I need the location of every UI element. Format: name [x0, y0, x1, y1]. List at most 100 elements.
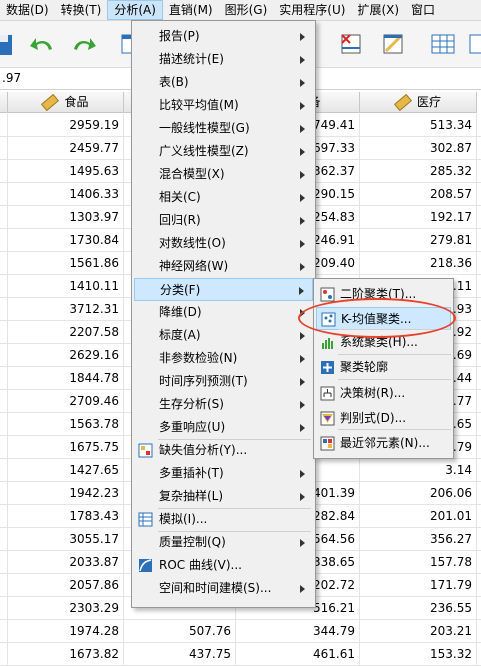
menu-item[interactable]: 标度(A) [134, 324, 313, 347]
table-cell[interactable] [0, 459, 8, 482]
table-cell[interactable]: 1942.23 [8, 482, 124, 505]
table-cell[interactable]: 1427.65 [8, 459, 124, 482]
menu-item[interactable]: ROC 曲线(V)... [134, 554, 313, 577]
menu-data[interactable]: 数据(D) [0, 0, 55, 20]
menu-item[interactable]: 表(B) [134, 71, 313, 94]
submenu-item[interactable]: 决策树(R)... [316, 382, 451, 405]
table-cell[interactable]: 344.79 [236, 620, 360, 643]
submenu-item[interactable]: 判别式(D)... [316, 407, 451, 430]
table-cell[interactable] [0, 298, 8, 321]
menu-item[interactable]: 模拟(I)... [134, 508, 313, 531]
table-cell[interactable]: 3712.31 [8, 298, 124, 321]
menu-item[interactable]: 混合模型(X) [134, 163, 313, 186]
table-cell[interactable] [0, 620, 8, 643]
use-variable-sets-icon[interactable] [466, 29, 481, 59]
table-cell[interactable] [0, 528, 8, 551]
menu-item[interactable]: 比较平均值(M) [134, 94, 313, 117]
table-cell[interactable]: 2709.46 [8, 390, 124, 413]
menu-item[interactable]: 回归(R) [134, 209, 313, 232]
table-cell[interactable]: 279.81 [360, 229, 477, 252]
value-labels-icon[interactable] [428, 29, 458, 59]
menu-item[interactable]: 神经网络(W) [134, 255, 313, 278]
menu-item[interactable]: 空间和时间建模(S)... [134, 577, 313, 600]
table-cell[interactable] [0, 321, 8, 344]
column-header-food[interactable]: 食品 [8, 92, 124, 113]
split-file-icon[interactable] [336, 29, 366, 59]
table-cell[interactable]: 3.14 [360, 459, 477, 482]
menu-item[interactable]: 广义线性模型(Z) [134, 140, 313, 163]
table-cell[interactable]: 285.32 [360, 160, 477, 183]
menu-item[interactable]: 描述统计(E) [134, 48, 313, 71]
table-cell[interactable]: 157.78 [360, 551, 477, 574]
submenu-item[interactable]: 聚类轮廓 [316, 356, 451, 379]
table-cell[interactable] [0, 367, 8, 390]
table-cell[interactable] [0, 551, 8, 574]
table-cell[interactable] [0, 137, 8, 160]
submenu-item[interactable]: 系统聚类(H)... [316, 331, 451, 354]
table-cell[interactable]: 2629.16 [8, 344, 124, 367]
table-cell[interactable] [0, 597, 8, 620]
table-cell[interactable]: 1303.97 [8, 206, 124, 229]
table-cell[interactable]: 171.79 [360, 574, 477, 597]
table-cell[interactable]: 1561.86 [8, 252, 124, 275]
table-cell[interactable]: 1563.78 [8, 413, 124, 436]
table-cell[interactable] [0, 114, 8, 137]
column-header-medical[interactable]: 医疗 [360, 92, 477, 113]
table-cell[interactable]: 461.61 [236, 643, 360, 666]
redo-icon[interactable] [68, 29, 98, 59]
table-cell[interactable]: 2459.77 [8, 137, 124, 160]
table-cell[interactable]: 2959.19 [8, 114, 124, 137]
submenu-item[interactable]: 最近邻元素(N)... [316, 432, 451, 455]
menu-transform[interactable]: 转换(T) [55, 0, 108, 20]
menu-direct-marketing[interactable]: 直销(M) [163, 0, 219, 20]
table-cell[interactable]: 1675.75 [8, 436, 124, 459]
save-icon[interactable] [0, 29, 18, 59]
menu-item[interactable]: 对数线性(O) [134, 232, 313, 255]
weight-cases-icon[interactable] [378, 29, 408, 59]
table-cell[interactable] [0, 574, 8, 597]
table-cell[interactable]: 208.57 [360, 183, 477, 206]
table-cell[interactable]: 1844.78 [8, 367, 124, 390]
table-cell[interactable] [0, 252, 8, 275]
menu-window[interactable]: 窗口 [405, 0, 441, 20]
table-cell[interactable] [0, 505, 8, 528]
menu-item[interactable]: 一般线性模型(G) [134, 117, 313, 140]
table-cell[interactable] [0, 482, 8, 505]
table-cell[interactable]: 1495.63 [8, 160, 124, 183]
submenu-item[interactable]: K-均值聚类... [316, 307, 451, 330]
menu-analyze[interactable]: 分析(A) [107, 0, 163, 20]
menu-item[interactable]: 分类(F) [134, 278, 313, 301]
table-cell[interactable] [0, 436, 8, 459]
menu-item[interactable]: 生存分析(S) [134, 393, 313, 416]
table-cell[interactable]: 302.87 [360, 137, 477, 160]
table-cell[interactable]: 203.21 [360, 620, 477, 643]
table-cell[interactable]: 206.06 [360, 482, 477, 505]
menu-item[interactable]: 非参数检验(N) [134, 347, 313, 370]
table-cell[interactable]: 153.32 [360, 643, 477, 666]
table-cell[interactable]: 513.34 [360, 114, 477, 137]
menu-item[interactable]: 降维(D) [134, 301, 313, 324]
menu-item[interactable]: 时间序列预测(T) [134, 370, 313, 393]
menu-item[interactable]: 复杂抽样(L) [134, 485, 313, 508]
table-cell[interactable] [0, 643, 8, 666]
menu-extensions[interactable]: 扩展(X) [351, 0, 405, 20]
table-cell[interactable] [0, 390, 8, 413]
table-cell[interactable]: 1783.43 [8, 505, 124, 528]
menu-item[interactable]: 相关(C) [134, 186, 313, 209]
table-cell[interactable]: 2207.58 [8, 321, 124, 344]
table-cell[interactable]: 1974.28 [8, 620, 124, 643]
table-cell[interactable] [0, 229, 8, 252]
menu-item[interactable]: 报告(P) [134, 25, 313, 48]
menu-item[interactable]: 多重插补(T) [134, 462, 313, 485]
menu-utilities[interactable]: 实用程序(U) [273, 0, 351, 20]
menu-graphs[interactable]: 图形(G) [219, 0, 274, 20]
table-cell[interactable] [0, 206, 8, 229]
table-cell[interactable]: 1730.84 [8, 229, 124, 252]
table-cell[interactable] [0, 160, 8, 183]
table-cell[interactable] [0, 413, 8, 436]
table-cell[interactable]: 2303.29 [8, 597, 124, 620]
table-cell[interactable]: 2033.87 [8, 551, 124, 574]
table-cell[interactable]: 507.76 [124, 620, 236, 643]
table-cell[interactable]: 2057.86 [8, 574, 124, 597]
table-cell[interactable]: 236.55 [360, 597, 477, 620]
